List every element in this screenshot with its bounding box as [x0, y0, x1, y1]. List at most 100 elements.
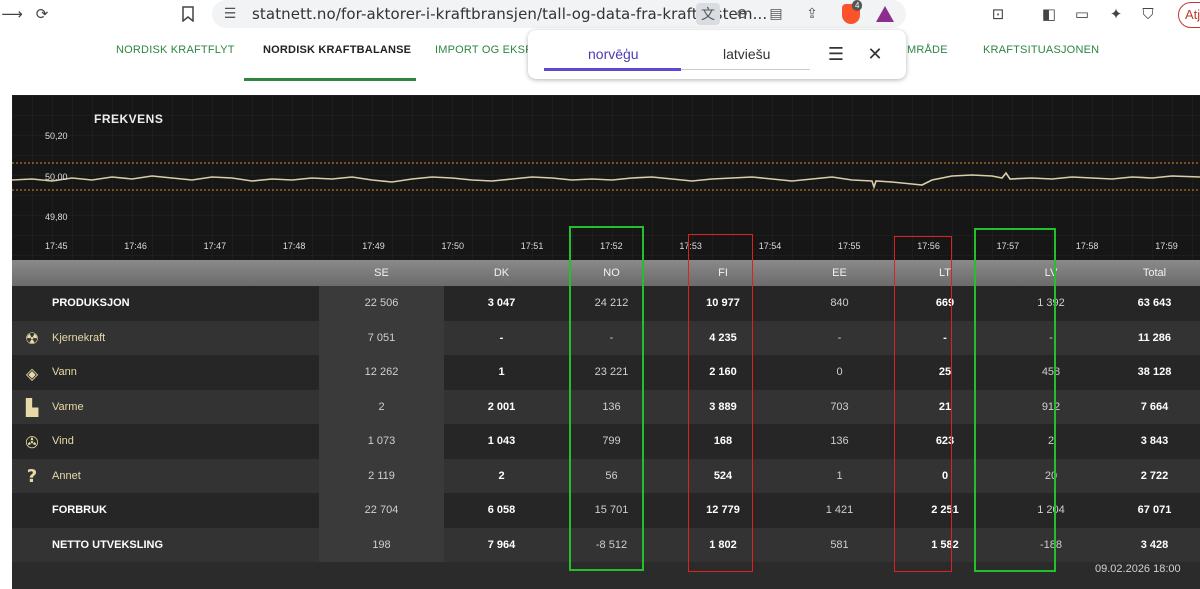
- x-tick-label: 17:45: [45, 241, 68, 251]
- active-tab-underline: [244, 78, 416, 81]
- row-label: PRODUKSJON: [12, 286, 319, 321]
- translate-source-tab[interactable]: norvēģu: [588, 46, 639, 62]
- cell-total: 38 128: [1109, 355, 1200, 390]
- x-tick-label: 17:56: [917, 241, 940, 251]
- cell-lv: 1 204: [993, 493, 1109, 528]
- address-bar[interactable]: ☰ statnett.no/for-aktorer-i-kraftbransje…: [212, 0, 906, 28]
- cell-se: 7 051: [319, 320, 444, 355]
- row-label: ◈ Vann: [12, 355, 319, 390]
- cell-no: 15 701: [559, 493, 664, 528]
- cell-total: 11 286: [1109, 320, 1200, 355]
- data-timestamp: 09.02.2026 18:00: [1095, 563, 1181, 575]
- row-label: ✇ Vind: [12, 424, 319, 459]
- y-tick-label: 49,80: [45, 212, 68, 222]
- x-tick-label: 17:46: [124, 241, 147, 251]
- site-settings-icon[interactable]: ☰: [218, 3, 242, 25]
- cell-lt: 0: [897, 458, 993, 493]
- table-row: NETTO UTVEKSLING 198 7 964 -8 512 1 802 581 1 …: [12, 527, 1200, 562]
- cell-ee: 0: [782, 355, 897, 390]
- cell-dk: 7 964: [444, 527, 559, 562]
- nav-kraftsituasjonen[interactable]: KRAFTSITUASJONEN: [983, 44, 1099, 56]
- bookmark-icon[interactable]: [176, 3, 200, 25]
- x-tick-label: 17:54: [758, 241, 782, 251]
- cell-se: 12 262: [319, 355, 444, 390]
- forward-arrow-icon[interactable]: ⟶: [0, 3, 24, 25]
- cell-fi: 12 779: [664, 493, 782, 528]
- cell-lv: -: [993, 320, 1109, 355]
- table-row: ☢ Kjernekraft 7 051- -4 235- - -11 286: [12, 320, 1200, 355]
- row-label: FORBRUK: [12, 493, 319, 528]
- cell-total: 3 843: [1109, 424, 1200, 459]
- wallet-icon[interactable]: ▭: [1070, 3, 1094, 25]
- x-tick-label: 17:48: [282, 241, 306, 251]
- x-tick-label: 17:50: [441, 241, 465, 251]
- leo-ai-icon[interactable]: ✦: [1104, 3, 1128, 25]
- column-header: NO: [559, 260, 664, 286]
- x-tick-label: 17:58: [1075, 241, 1099, 251]
- translate-target-tab[interactable]: latviešu: [723, 46, 770, 62]
- zoom-icon[interactable]: ⊖: [730, 3, 754, 25]
- profile-button[interactable]: Atjau: [1178, 2, 1200, 28]
- y-tick-label: 50,20: [45, 131, 68, 141]
- table-row: ✇ Vind 1 073 1 043 799 168 136 623 2 3 843: [12, 424, 1200, 459]
- cell-se: 22 506: [319, 286, 444, 321]
- x-tick-label: 17:49: [362, 241, 385, 251]
- column-header: LV: [993, 260, 1109, 286]
- row-label: ? Annet: [12, 458, 319, 493]
- row-label-text: FORBRUK: [52, 504, 107, 517]
- nuclear-icon: ☢: [24, 329, 40, 348]
- cell-dk: -: [444, 320, 559, 355]
- cell-se: 198: [319, 527, 444, 562]
- cell-fi: 168: [664, 424, 782, 459]
- row-label-text: Annet: [52, 469, 81, 482]
- share-icon[interactable]: ⇪: [800, 3, 824, 25]
- cell-fi: 2 160: [664, 355, 782, 390]
- vpn-shield-icon[interactable]: ⛉: [1136, 3, 1160, 25]
- menu-icon[interactable]: ☰: [824, 42, 848, 66]
- table-row: PRODUKSJON 22 506 3 047 24 212 10 977 840 669 1…: [12, 286, 1200, 321]
- cell-dk: 2: [444, 458, 559, 493]
- row-label-text: NETTO UTVEKSLING: [52, 538, 164, 551]
- cell-dk: 6 058: [444, 493, 559, 528]
- chart-title: FREKVENS: [94, 112, 164, 126]
- browser-toolbar: ⟶ ⟳ ☰ statnett.no/for-aktorer-i-kraftbra…: [0, 0, 1200, 30]
- cell-lt: 25: [897, 355, 993, 390]
- row-label-text: Varme: [52, 400, 84, 413]
- cell-lt: 21: [897, 389, 993, 424]
- table-row: FORBRUK 22 704 6 058 15 701 12 779 1 421 2 251…: [12, 493, 1200, 528]
- cell-total: 63 643: [1109, 286, 1200, 321]
- translate-icon[interactable]: 文: [696, 3, 720, 25]
- table-row: ▙ Varme 2 2 001 136 3 889 703 21 912 7 664: [12, 389, 1200, 424]
- cell-lv: 20: [993, 458, 1109, 493]
- tab-search-icon[interactable]: ⊡: [986, 3, 1010, 25]
- cell-dk: 3 047: [444, 286, 559, 321]
- x-tick-label: 17:53: [679, 241, 702, 251]
- cell-dk: 2 001: [444, 389, 559, 424]
- x-tick-label: 17:57: [996, 241, 1020, 251]
- nav-nordisk-kraftbalanse[interactable]: NORDISK KRAFTBALANSE: [263, 44, 411, 56]
- question-icon: ?: [26, 466, 38, 487]
- translate-active-indicator: [544, 68, 681, 71]
- table-row: ◈ Vann 12 262 1 23 221 2 160 0 25 458 38 128: [12, 355, 1200, 390]
- nav-nordisk-kraftflyt[interactable]: NORDISK KRAFTFLYT: [116, 44, 235, 56]
- frequency-chart-svg: [12, 95, 1200, 260]
- reader-mode-icon[interactable]: ▤: [764, 3, 788, 25]
- row-label-text: Vind: [52, 435, 74, 448]
- cell-lv: 2: [993, 424, 1109, 459]
- row-label-text: Vann: [52, 366, 77, 379]
- close-icon[interactable]: ✕: [863, 42, 887, 66]
- kraftbalanse-dashboard: FREKVENS 50,20 50,00 49,80 17:45 17:46 17:…: [12, 95, 1200, 589]
- reload-icon[interactable]: ⟳: [30, 3, 54, 25]
- brave-rewards-icon[interactable]: [876, 6, 894, 22]
- power-balance-table: SE DK NO FI EE LT LV Total PRODUKSJON 22 506 3 04…: [12, 260, 1200, 562]
- cell-ee: 136: [782, 424, 897, 459]
- sidebar-icon[interactable]: ◧: [1037, 3, 1061, 25]
- cell-ee: 1: [782, 458, 897, 493]
- x-tick-label: 17:55: [838, 241, 861, 251]
- x-tick-label: 17:59: [1155, 241, 1178, 251]
- nav-omrade[interactable]: MRÅDE: [907, 44, 948, 56]
- cell-no: 799: [559, 424, 664, 459]
- x-tick-label: 17:47: [203, 241, 227, 251]
- nav-import-og-eksport[interactable]: IMPORT OG EKSPO: [435, 44, 542, 56]
- column-header: EE: [782, 260, 897, 286]
